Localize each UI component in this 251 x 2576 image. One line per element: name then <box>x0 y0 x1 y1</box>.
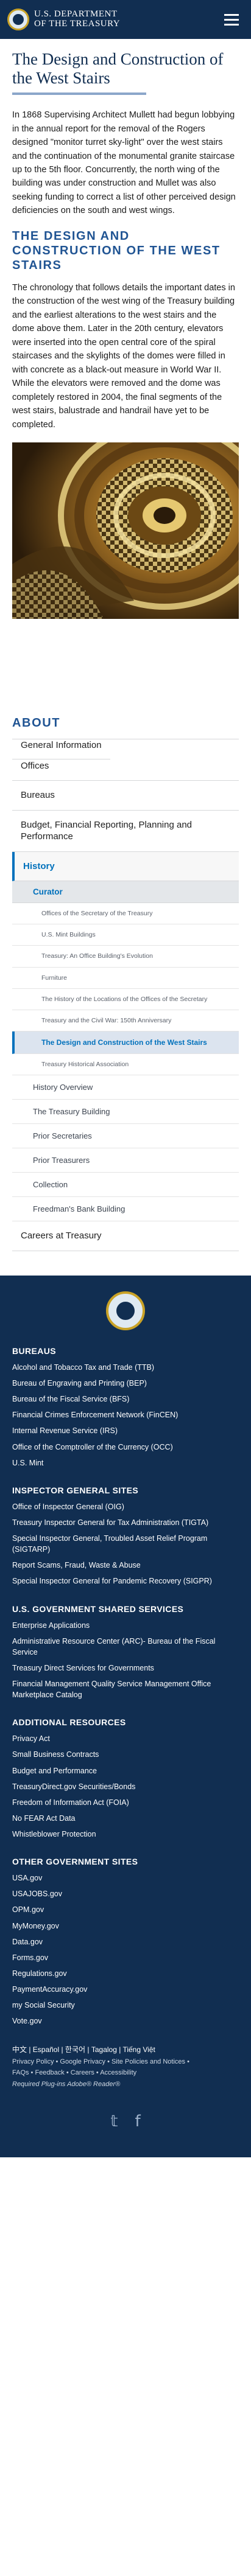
twitter-icon[interactable]: 𝕥 <box>110 2112 118 2131</box>
site-name-line2: OF THE TREASURY <box>34 19 121 29</box>
treasury-seal-icon[interactable] <box>106 1291 145 1330</box>
footer-link[interactable]: OPM.gov <box>12 1902 239 1918</box>
facebook-icon[interactable]: f <box>135 2112 140 2131</box>
nav-item-curator[interactable]: Curator <box>12 881 239 903</box>
nav-item-freedmans-bank[interactable]: Freedman's Bank Building <box>12 1197 239 1222</box>
policy-links[interactable]: Privacy Policy • Google Privacy • Site P… <box>12 2056 239 2068</box>
about-navigation: ABOUT General Information Offices Bureau… <box>0 716 251 1251</box>
chronology-paragraph: The chronology that follows details the … <box>12 282 235 430</box>
footer-link[interactable]: USA.gov <box>12 1870 239 1886</box>
language-links[interactable]: 中文 | Español | 한국어 | Tagalog | Tiếng Việ… <box>12 2044 239 2056</box>
nav-item-careers[interactable]: Careers at Treasury <box>12 1221 239 1251</box>
footer-link[interactable]: Enterprise Applications <box>12 1618 239 1633</box>
site-footer: BUREAUS Alcohol and Tobacco Tax and Trad… <box>0 1275 251 2157</box>
page-title: The Design and Construction of the West … <box>12 50 224 88</box>
footer-section-title: OTHER GOVERNMENT SITES <box>12 1857 138 1867</box>
footer-link[interactable]: TreasuryDirect.gov Securities/Bonds <box>12 1779 239 1795</box>
treasury-home-link[interactable]: U.S. DEPARTMENT OF THE TREASURY <box>7 9 120 30</box>
title-underline <box>12 92 146 96</box>
footer-additional-resources: ADDITIONAL RESOURCES Privacy Act Small B… <box>12 1717 239 1842</box>
nav-item-curator-7[interactable]: Treasury Historical Association <box>12 1054 239 1076</box>
footer-link[interactable]: Administrative Resource Center (ARC)- Bu… <box>12 1633 239 1660</box>
nav-item-curator-2[interactable]: Treasury: An Office Building's Evolution <box>12 946 239 968</box>
main-content: The Design and Construction of the West … <box>0 39 251 619</box>
about-heading: ABOUT <box>12 716 61 730</box>
footer-link[interactable]: Treasury Inspector General for Tax Admin… <box>12 1515 239 1531</box>
footer-link[interactable]: Internal Revenue Service (IRS) <box>12 1423 239 1439</box>
site-header: U.S. DEPARTMENT OF THE TREASURY <box>0 0 251 39</box>
footer-link[interactable]: my Social Security <box>12 1997 239 2013</box>
intro-paragraph: In 1868 Supervising Architect Mullett ha… <box>12 110 236 216</box>
nav-item-curator-4[interactable]: The History of the Locations of the Offi… <box>12 989 239 1010</box>
footer-link[interactable]: Financial Crimes Enforcement Network (Fi… <box>12 1407 239 1423</box>
nav-item-history-overview[interactable]: History Overview <box>12 1075 239 1100</box>
footer-section-title: INSPECTOR GENERAL SITES <box>12 1485 139 1495</box>
nav-item-history[interactable]: History <box>12 851 239 881</box>
footer-link[interactable]: U.S. Mint <box>12 1455 239 1471</box>
footer-inspector-general: INSPECTOR GENERAL SITES Office of Inspec… <box>12 1485 239 1590</box>
footer-link[interactable]: Whistleblower Protection <box>12 1826 239 1842</box>
footer-link[interactable]: Special Inspector General, Troubled Asse… <box>12 1531 239 1557</box>
footer-link[interactable]: Office of the Comptroller of the Currenc… <box>12 1439 239 1455</box>
footer-shared-services: U.S. GOVERNMENT SHARED SERVICES Enterpri… <box>12 1604 239 1703</box>
footer-link[interactable]: USAJOBS.gov <box>12 1886 239 1902</box>
section-heading: The Design and Construction of the West … <box>12 229 221 272</box>
help-links[interactable]: FAQs • Feedback • Careers • Accessibilit… <box>12 2067 239 2079</box>
nav-item-curator-1[interactable]: U.S. Mint Buildings <box>12 924 239 946</box>
footer-link[interactable]: Bureau of Engraving and Printing (BEP) <box>12 1375 239 1391</box>
footer-link[interactable]: Financial Management Quality Service Man… <box>12 1676 239 1703</box>
nav-item-current-page[interactable]: The Design and Construction of the West … <box>12 1031 239 1055</box>
footer-link[interactable]: Forms.gov <box>12 1950 239 1966</box>
footer-link[interactable]: Small Business Contracts <box>12 1747 239 1762</box>
nav-item-curator-0[interactable]: Offices of the Secretary of the Treasury <box>12 903 239 925</box>
about-nav-list: General Information Offices Bureaus Budg… <box>12 731 239 1251</box>
footer-link[interactable]: MyMoney.gov <box>12 1918 239 1934</box>
footer-link[interactable]: Vote.gov <box>12 2013 239 2029</box>
nav-item-curator-5[interactable]: Treasury and the Civil War: 150th Annive… <box>12 1010 239 1032</box>
footer-seal-wrap <box>12 1291 239 1330</box>
treasury-seal-icon <box>7 9 29 30</box>
footer-link[interactable]: Treasury Direct Services for Governments <box>12 1660 239 1676</box>
nav-item-budget[interactable]: Budget, Financial Reporting, Planning an… <box>12 811 239 852</box>
nav-item-general-information[interactable]: General Information <box>12 731 110 759</box>
social-links: 𝕥 f <box>12 2112 239 2145</box>
footer-link[interactable]: Privacy Act <box>12 1731 239 1747</box>
footer-other-government-sites: OTHER GOVERNMENT SITES USA.gov USAJOBS.g… <box>12 1857 239 2029</box>
nav-item-collection[interactable]: Collection <box>12 1173 239 1198</box>
footer-link[interactable]: No FEAR Act Data <box>12 1810 239 1826</box>
nav-item-curator-3[interactable]: Furniture <box>12 968 239 989</box>
footer-bureaus: BUREAUS Alcohol and Tobacco Tax and Trad… <box>12 1346 239 1471</box>
footer-section-title: U.S. GOVERNMENT SHARED SERVICES <box>12 1604 184 1614</box>
footer-link[interactable]: Office of Inspector General (OIG) <box>12 1499 239 1515</box>
footer-link[interactable]: Report Scams, Fraud, Waste & Abuse <box>12 1557 239 1573</box>
footer-link[interactable]: PaymentAccuracy.gov <box>12 1981 239 1997</box>
site-name-line1: U.S. DEPARTMENT <box>34 9 118 19</box>
nav-item-prior-treasurers[interactable]: Prior Treasurers <box>12 1148 239 1173</box>
west-stairs-photo <box>12 442 239 619</box>
footer-link[interactable]: Bureau of the Fiscal Service (BFS) <box>12 1391 239 1407</box>
required-plugins[interactable]: Required Plug-ins Adobe® Reader® <box>12 2079 239 2090</box>
nav-item-prior-secretaries[interactable]: Prior Secretaries <box>12 1124 239 1149</box>
footer-legal: 中文 | Español | 한국어 | Tagalog | Tiếng Việ… <box>12 2044 239 2090</box>
footer-link[interactable]: Regulations.gov <box>12 1966 239 1981</box>
footer-link[interactable]: Freedom of Information Act (FOIA) <box>12 1795 239 1810</box>
footer-link[interactable]: Data.gov <box>12 1934 239 1950</box>
site-name: U.S. DEPARTMENT OF THE TREASURY <box>34 9 121 29</box>
nav-item-bureaus[interactable]: Bureaus <box>12 781 239 811</box>
footer-section-title: BUREAUS <box>12 1346 57 1356</box>
footer-link[interactable]: Special Inspector General for Pandemic R… <box>12 1573 239 1589</box>
footer-link[interactable]: Alcohol and Tobacco Tax and Trade (TTB) <box>12 1360 239 1375</box>
nav-item-treasury-building[interactable]: The Treasury Building <box>12 1100 239 1125</box>
footer-link[interactable]: Budget and Performance <box>12 1763 239 1779</box>
menu-icon[interactable] <box>219 10 244 29</box>
footer-section-title: ADDITIONAL RESOURCES <box>12 1717 126 1728</box>
